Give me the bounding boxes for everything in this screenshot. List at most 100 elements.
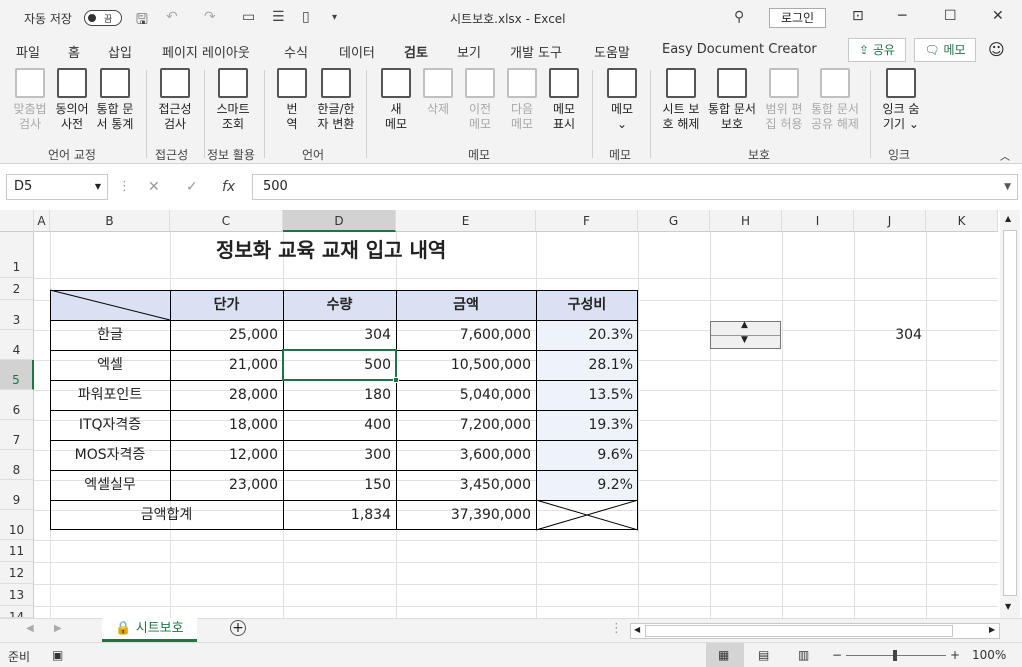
cell-amount[interactable]: 7,200,000 (396, 410, 531, 440)
header-quantity[interactable]: 수량 (283, 290, 396, 320)
next-sheet-icon[interactable]: ▶ (54, 623, 62, 634)
tab-file[interactable]: 파일 (16, 42, 40, 61)
allow-edit-ranges-button[interactable]: 범위 편집 허용 (760, 68, 808, 132)
tab-view[interactable]: 보기 (457, 42, 481, 61)
header-amount[interactable]: 금액 (396, 290, 536, 320)
cell-ratio[interactable]: 9.2% (536, 470, 633, 500)
zoom-level[interactable]: 100% (972, 648, 1006, 662)
unshare-workbook-button[interactable]: 통합 문서 공유 해제 (806, 68, 864, 132)
notes-button[interactable]: 메모 ⌄ (602, 68, 642, 132)
minimize-icon[interactable]: ─ (898, 8, 906, 24)
fill-handle[interactable] (393, 377, 399, 383)
hangul-hanja-button[interactable]: 한글/한 자 변환 (312, 68, 360, 132)
previous-comment-button[interactable]: 이전 메모 (460, 68, 500, 132)
scroll-left-icon[interactable]: ◀ (634, 625, 640, 634)
cell-name[interactable]: MOS자격증 (50, 440, 170, 470)
unprotect-sheet-button[interactable]: 시트 보호 해제 (658, 68, 704, 132)
cell-name[interactable]: 한글 (50, 320, 170, 350)
cell-amount[interactable]: 3,450,000 (396, 470, 531, 500)
cell-ratio[interactable]: 13.5% (536, 380, 633, 410)
cell-quantity[interactable]: 150 (283, 470, 391, 500)
enter-icon[interactable]: ✓ (186, 179, 198, 195)
hide-ink-button[interactable]: 잉크 숨 기기 ⌄ (878, 68, 924, 132)
search-icon[interactable]: ⚲ (734, 9, 744, 25)
delete-comment-button[interactable]: 삭제 (418, 68, 458, 117)
cell-quantity[interactable]: 304 (283, 320, 391, 350)
form-icon[interactable]: ☰ (272, 9, 285, 25)
cell-quantity[interactable]: 300 (283, 440, 391, 470)
spelling-button[interactable]: 맞춤법 검사 (8, 68, 52, 132)
insert-function-icon[interactable]: fx (222, 179, 235, 195)
share-button[interactable]: ⇪ 공유 (848, 38, 906, 62)
scroll-right-icon[interactable]: ▶ (989, 625, 995, 634)
tab-data[interactable]: 데이터 (339, 42, 375, 61)
maximize-icon[interactable]: ☐ (944, 8, 957, 24)
ribbon-display-icon[interactable]: ⊡ (852, 8, 864, 24)
cell-ratio[interactable]: 20.3% (536, 320, 633, 350)
undo-icon[interactable]: ↶ (166, 9, 178, 25)
tab-formulas[interactable]: 수식 (284, 42, 308, 61)
tab-home[interactable]: 홈 (68, 42, 80, 61)
document-icon[interactable]: ▯ (302, 9, 310, 25)
sheet-tab-active[interactable]: 🔒 시트보호 (102, 618, 197, 642)
cell-amount[interactable]: 7,600,000 (396, 320, 531, 350)
collapse-ribbon-icon[interactable]: ︿ (1000, 148, 1010, 163)
tab-page-layout[interactable]: 페이지 레이아웃 (162, 42, 250, 61)
translate-button[interactable]: 번역 (272, 68, 312, 132)
vertical-scrollbar[interactable]: ▲ ▼ (1000, 210, 1020, 618)
cancel-icon[interactable]: ✕ (148, 179, 160, 195)
cell-quantity[interactable]: 180 (283, 380, 391, 410)
cell-price[interactable]: 25,000 (170, 320, 278, 350)
cell-amount[interactable]: 10,500,000 (396, 350, 531, 380)
spin-up-icon[interactable]: ▲ (741, 320, 748, 330)
save-icon[interactable]: 🖫 (136, 9, 148, 33)
tab-easy-document-creator[interactable]: Easy Document Creator (662, 42, 817, 57)
horizontal-scrollbar[interactable]: ◀ ▶ (630, 623, 1000, 639)
cell-name[interactable]: 엑셀실무 (50, 470, 170, 500)
login-button[interactable]: 로그인 (769, 8, 826, 28)
scroll-thumb[interactable] (1003, 230, 1017, 596)
cell-amount[interactable]: 5,040,000 (396, 380, 531, 410)
close-icon[interactable]: ✕ (992, 8, 1004, 24)
smiley-feedback-icon[interactable]: ☺ (988, 40, 1005, 59)
comments-button[interactable]: 🗨 메모 (914, 38, 976, 62)
cell-price[interactable]: 12,000 (170, 440, 278, 470)
thesaurus-button[interactable]: 동의어 사전 (52, 68, 92, 132)
tab-developer[interactable]: 개발 도구 (510, 42, 562, 61)
zoom-slider-thumb[interactable] (893, 650, 897, 661)
autosave-toggle[interactable]: 끔 (84, 10, 122, 26)
new-sheet-icon[interactable]: ▭ (242, 9, 255, 25)
normal-view-icon[interactable]: ▦ (718, 648, 729, 662)
macro-record-icon[interactable]: ▣ (52, 648, 63, 662)
scroll-down-icon[interactable]: ▼ (1005, 602, 1011, 611)
cell-price[interactable]: 21,000 (170, 350, 278, 380)
header-ratio[interactable]: 구성비 (536, 290, 638, 320)
cell-price[interactable]: 28,000 (170, 380, 278, 410)
scroll-up-icon[interactable]: ▲ (1005, 214, 1011, 223)
zoom-in-icon[interactable]: + (950, 648, 960, 662)
cell-price[interactable]: 18,000 (170, 410, 278, 440)
check-accessibility-button[interactable]: 접근성 검사 (154, 68, 196, 132)
cell-ratio[interactable]: 9.6% (536, 440, 633, 470)
name-box[interactable]: D5 ▼ (6, 174, 108, 200)
next-comment-button[interactable]: 다음 메모 (502, 68, 542, 132)
workbook-statistics-button[interactable]: 통합 문서 통계 (92, 68, 138, 132)
cell-ratio[interactable]: 28.1% (536, 350, 633, 380)
cell-j4[interactable]: 304 (854, 320, 922, 350)
new-comment-button[interactable]: 새 메모 (374, 68, 418, 132)
cell-name[interactable]: 파워포인트 (50, 380, 170, 410)
header-price[interactable]: 단가 (170, 290, 283, 320)
formula-input[interactable]: 500 ▼ (252, 174, 1018, 200)
add-sheet-button[interactable]: + (230, 620, 246, 636)
cell-ratio[interactable]: 19.3% (536, 410, 633, 440)
redo-icon[interactable]: ↷ (204, 9, 216, 25)
worksheet-grid[interactable]: A B C D E F G H I J K 1 2 3 4 5 6 7 8 9 … (0, 210, 1022, 618)
smart-lookup-button[interactable]: 스마트 조회 (210, 68, 256, 132)
show-comments-button[interactable]: 메모 표시 (544, 68, 584, 132)
cell-name[interactable]: 엑셀 (50, 350, 170, 380)
h-scroll-thumb[interactable] (645, 625, 953, 637)
protect-workbook-button[interactable]: 통합 문서 보호 (704, 68, 760, 132)
cell-total-quantity[interactable]: 1,834 (283, 500, 391, 530)
cell-name[interactable]: ITQ자격증 (50, 410, 170, 440)
previous-sheet-icon[interactable]: ◀ (26, 623, 34, 634)
